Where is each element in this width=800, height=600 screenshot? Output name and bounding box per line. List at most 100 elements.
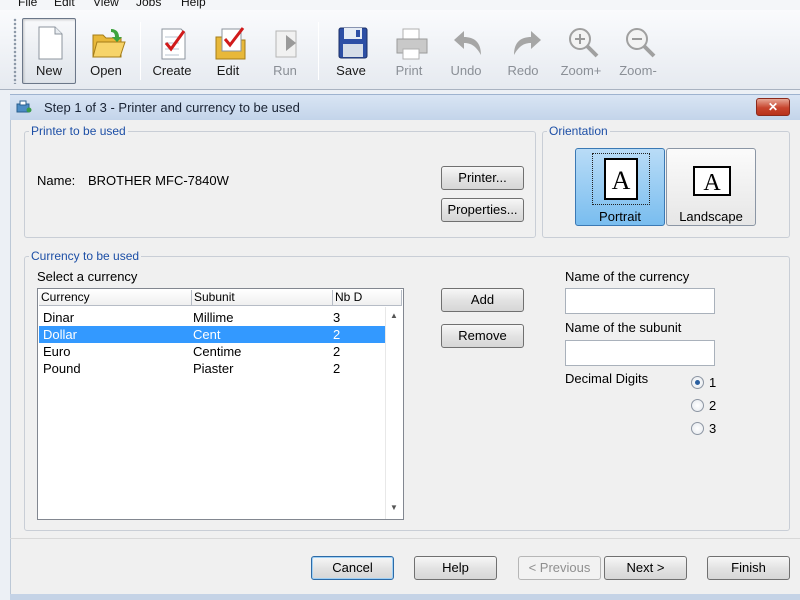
create-button-label: Create xyxy=(152,63,192,78)
toolbar-separator xyxy=(140,22,141,80)
undo-button[interactable]: Undo xyxy=(439,18,493,84)
scroll-up-arrow-icon[interactable]: ▲ xyxy=(390,311,398,320)
redo-button[interactable]: Redo xyxy=(496,18,550,84)
new-document-icon xyxy=(38,26,63,60)
cell-digits: 3 xyxy=(333,310,341,325)
finish-button[interactable]: Finish xyxy=(707,556,790,580)
decimal-radio-3-label: 3 xyxy=(709,421,717,436)
zoom-out-button[interactable]: Zoom- xyxy=(611,18,665,84)
subunit-name-label: Name of the subunit xyxy=(565,320,682,335)
menu-file[interactable]: File xyxy=(18,0,37,9)
undo-icon xyxy=(454,31,481,55)
save-button[interactable]: Save xyxy=(324,18,378,84)
cell-digits: 2 xyxy=(333,327,341,342)
add-button[interactable]: Add xyxy=(441,288,524,312)
portrait-toggle[interactable]: A Portrait xyxy=(575,148,665,226)
floppy-disk-icon xyxy=(338,27,368,59)
open-folder-icon xyxy=(92,29,126,58)
edit-button-label: Edit xyxy=(216,63,240,78)
dialog-title: Step 1 of 3 - Printer and currency to be… xyxy=(44,100,300,115)
menu-view[interactable]: View xyxy=(93,0,119,9)
decimal-digits-label: Decimal Digits xyxy=(565,371,649,386)
currency-name-input[interactable] xyxy=(565,288,715,314)
open-button[interactable]: Open xyxy=(79,18,133,84)
currency-list[interactable]: Currency Subunit Nb D Dinar Millime 3 Do… xyxy=(37,288,404,520)
portrait-page-icon: A xyxy=(604,158,638,200)
cell-currency: Dollar xyxy=(43,327,77,342)
decimal-radio-1-label: 1 xyxy=(709,375,717,390)
zoom-in-button-label: Zoom+ xyxy=(560,63,602,78)
cell-subunit: Piaster xyxy=(193,361,234,376)
cancel-button[interactable]: Cancel xyxy=(311,556,394,580)
run-button-label: Run xyxy=(273,63,297,78)
redo-icon xyxy=(514,31,541,55)
decimal-radio-3[interactable] xyxy=(691,422,704,435)
print-button-label: Print xyxy=(395,63,423,78)
table-row[interactable]: Pound Piaster 2 xyxy=(39,360,385,377)
printer-name-label: Name: xyxy=(37,173,76,188)
toolbar-separator xyxy=(318,22,319,80)
edit-button[interactable]: Edit xyxy=(201,18,255,84)
select-currency-label: Select a currency xyxy=(37,269,138,284)
column-header-currency[interactable]: Currency xyxy=(39,290,192,306)
cell-subunit: Millime xyxy=(193,310,234,325)
landscape-page-icon: A xyxy=(693,166,731,196)
column-header-digits[interactable]: Nb D xyxy=(333,290,402,306)
scroll-down-arrow-icon[interactable]: ▼ xyxy=(390,503,398,512)
next-button[interactable]: Next > xyxy=(604,556,687,580)
printer-group-legend: Printer to be used xyxy=(31,124,126,138)
zoom-in-button[interactable]: Zoom+ xyxy=(554,18,608,84)
previous-button[interactable]: < Previous xyxy=(518,556,601,580)
landscape-toggle[interactable]: A Landscape xyxy=(666,148,756,226)
printer-button[interactable]: Printer... xyxy=(441,166,524,190)
cell-currency: Pound xyxy=(43,361,81,376)
main-toolbar: New Open Create Edit Run Save Print Undo… xyxy=(0,10,800,90)
toolbar-grip[interactable] xyxy=(13,18,17,84)
properties-button[interactable]: Properties... xyxy=(441,198,524,222)
zoom-out-button-label: Zoom- xyxy=(619,63,657,78)
landscape-label: Landscape xyxy=(679,209,743,224)
close-button[interactable]: ✕ xyxy=(756,98,790,116)
new-button-label: New xyxy=(35,63,62,78)
new-button[interactable]: New xyxy=(22,18,76,84)
decimal-radio-2[interactable] xyxy=(691,399,704,412)
dialog-title-bar[interactable]: Step 1 of 3 - Printer and currency to be… xyxy=(10,94,800,120)
cell-digits: 2 xyxy=(333,361,341,376)
cell-currency: Euro xyxy=(43,344,71,359)
help-button[interactable]: Help xyxy=(414,556,497,580)
cell-digits: 2 xyxy=(333,344,341,359)
zoom-out-icon xyxy=(626,28,656,58)
create-button[interactable]: Create xyxy=(145,18,199,84)
landscape-glyph: A xyxy=(703,170,721,196)
create-checklist-icon xyxy=(161,28,186,60)
printer-name-value: BROTHER MFC-7840W xyxy=(88,173,229,188)
wizard-window-icon xyxy=(16,100,32,113)
decimal-radio-1[interactable] xyxy=(691,376,704,389)
close-icon: ✕ xyxy=(767,100,779,114)
table-row-selected[interactable]: Dollar Cent 2 xyxy=(39,326,385,343)
menu-help[interactable]: Help xyxy=(181,0,206,9)
cell-subunit: Cent xyxy=(193,327,221,342)
redo-button-label: Redo xyxy=(507,63,539,78)
run-icon xyxy=(275,30,297,58)
currency-group-legend: Currency to be used xyxy=(31,249,140,263)
edit-checklist-icon xyxy=(215,27,246,60)
remove-button[interactable]: Remove xyxy=(441,324,524,348)
column-header-subunit[interactable]: Subunit xyxy=(192,290,333,306)
zoom-in-icon xyxy=(569,28,599,58)
run-button[interactable]: Run xyxy=(258,18,312,84)
print-button[interactable]: Print xyxy=(382,18,436,84)
portrait-glyph: A xyxy=(612,166,631,195)
printer-icon xyxy=(396,28,428,60)
menu-jobs[interactable]: Jobs xyxy=(136,0,161,9)
menu-edit[interactable]: Edit xyxy=(54,0,75,9)
button-bar-divider xyxy=(10,538,800,539)
orientation-group-legend: Orientation xyxy=(549,124,608,138)
subunit-name-input[interactable] xyxy=(565,340,715,366)
cell-subunit: Centime xyxy=(193,344,242,359)
portrait-label: Portrait xyxy=(599,209,641,224)
table-row[interactable]: Euro Centime 2 xyxy=(39,343,385,360)
dialog-frame-bottom xyxy=(10,594,800,600)
table-row[interactable]: Dinar Millime 3 xyxy=(39,309,385,326)
list-vertical-scrollbar[interactable]: ▲ ▼ xyxy=(385,307,402,519)
